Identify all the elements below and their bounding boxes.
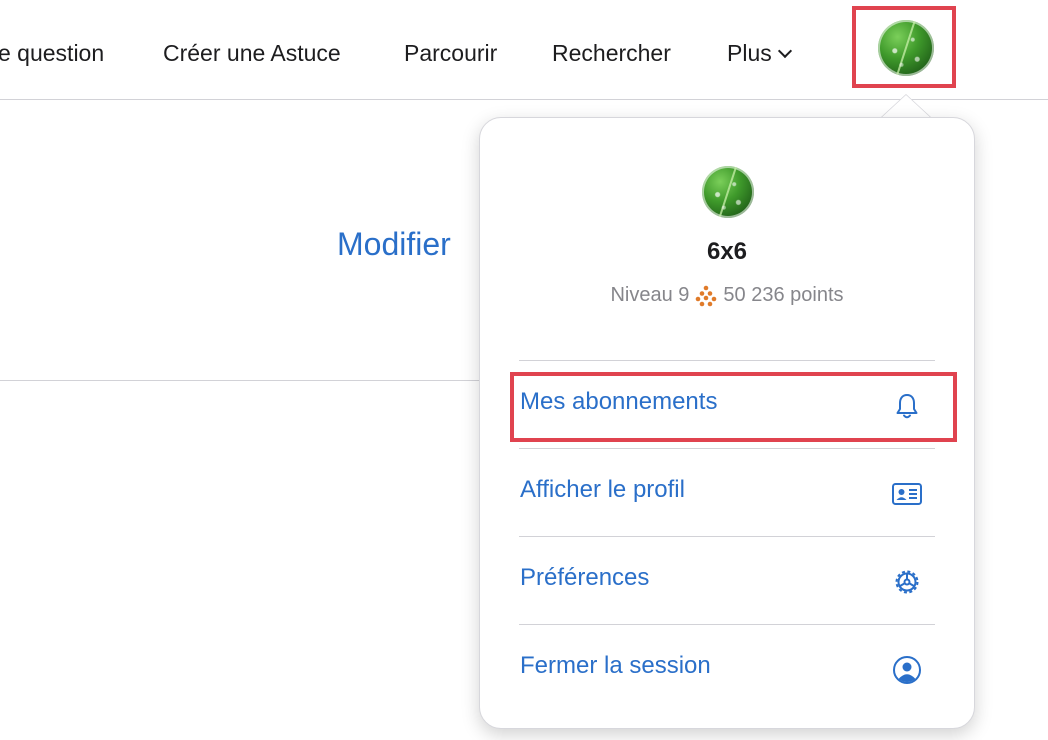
bell-icon	[896, 394, 918, 419]
username: 6x6	[706, 238, 748, 265]
menu-divider	[519, 624, 935, 625]
chevron-down-icon	[777, 43, 792, 59]
dropdown-caret	[880, 95, 932, 119]
top-navigation: e question Créer une Astuce Parcourir Re…	[0, 0, 1048, 100]
nav-ask-question[interactable]: e question	[0, 38, 104, 68]
user-circle-icon	[893, 656, 921, 684]
menu-divider	[519, 448, 935, 449]
level-points: Niveau 9 50 236 points	[480, 284, 974, 307]
page: e question Créer une Astuce Parcourir Re…	[0, 0, 1048, 740]
menu-item-view-profile[interactable]: Afficher le profil	[519, 462, 935, 522]
nav-more-label: Plus	[727, 40, 772, 66]
menu-item-label: Préférences	[520, 564, 650, 591]
menu-item-label: Fermer la session	[520, 652, 711, 679]
avatar	[702, 166, 754, 218]
id-card-icon	[892, 483, 922, 505]
nav-more[interactable]: Plus	[727, 38, 792, 68]
gear-icon	[895, 570, 919, 594]
profile-dropdown: 6x6 Niveau 9 50 236 points Mes abonnemen…	[479, 117, 975, 729]
points-icon	[696, 285, 717, 307]
profile-avatar-button[interactable]	[852, 6, 956, 88]
menu-item-sign-out[interactable]: Fermer la session	[519, 638, 935, 698]
menu-item-preferences[interactable]: Préférences	[519, 550, 935, 610]
level-label: Niveau 9	[610, 284, 690, 306]
menu-divider	[519, 536, 935, 537]
menu-item-label: Mes abonnements	[520, 388, 718, 415]
nav-create-tip[interactable]: Créer une Astuce	[163, 38, 341, 68]
avatar	[878, 20, 934, 76]
divider	[0, 380, 490, 381]
edit-link[interactable]: Modifier	[337, 226, 451, 263]
menu-item-subscriptions[interactable]: Mes abonnements	[519, 374, 935, 434]
nav-search[interactable]: Rechercher	[552, 38, 671, 68]
nav-browse[interactable]: Parcourir	[404, 38, 497, 68]
points-count: 50 236 points	[723, 284, 844, 306]
menu-item-label: Afficher le profil	[520, 476, 685, 503]
menu-divider	[519, 360, 935, 361]
